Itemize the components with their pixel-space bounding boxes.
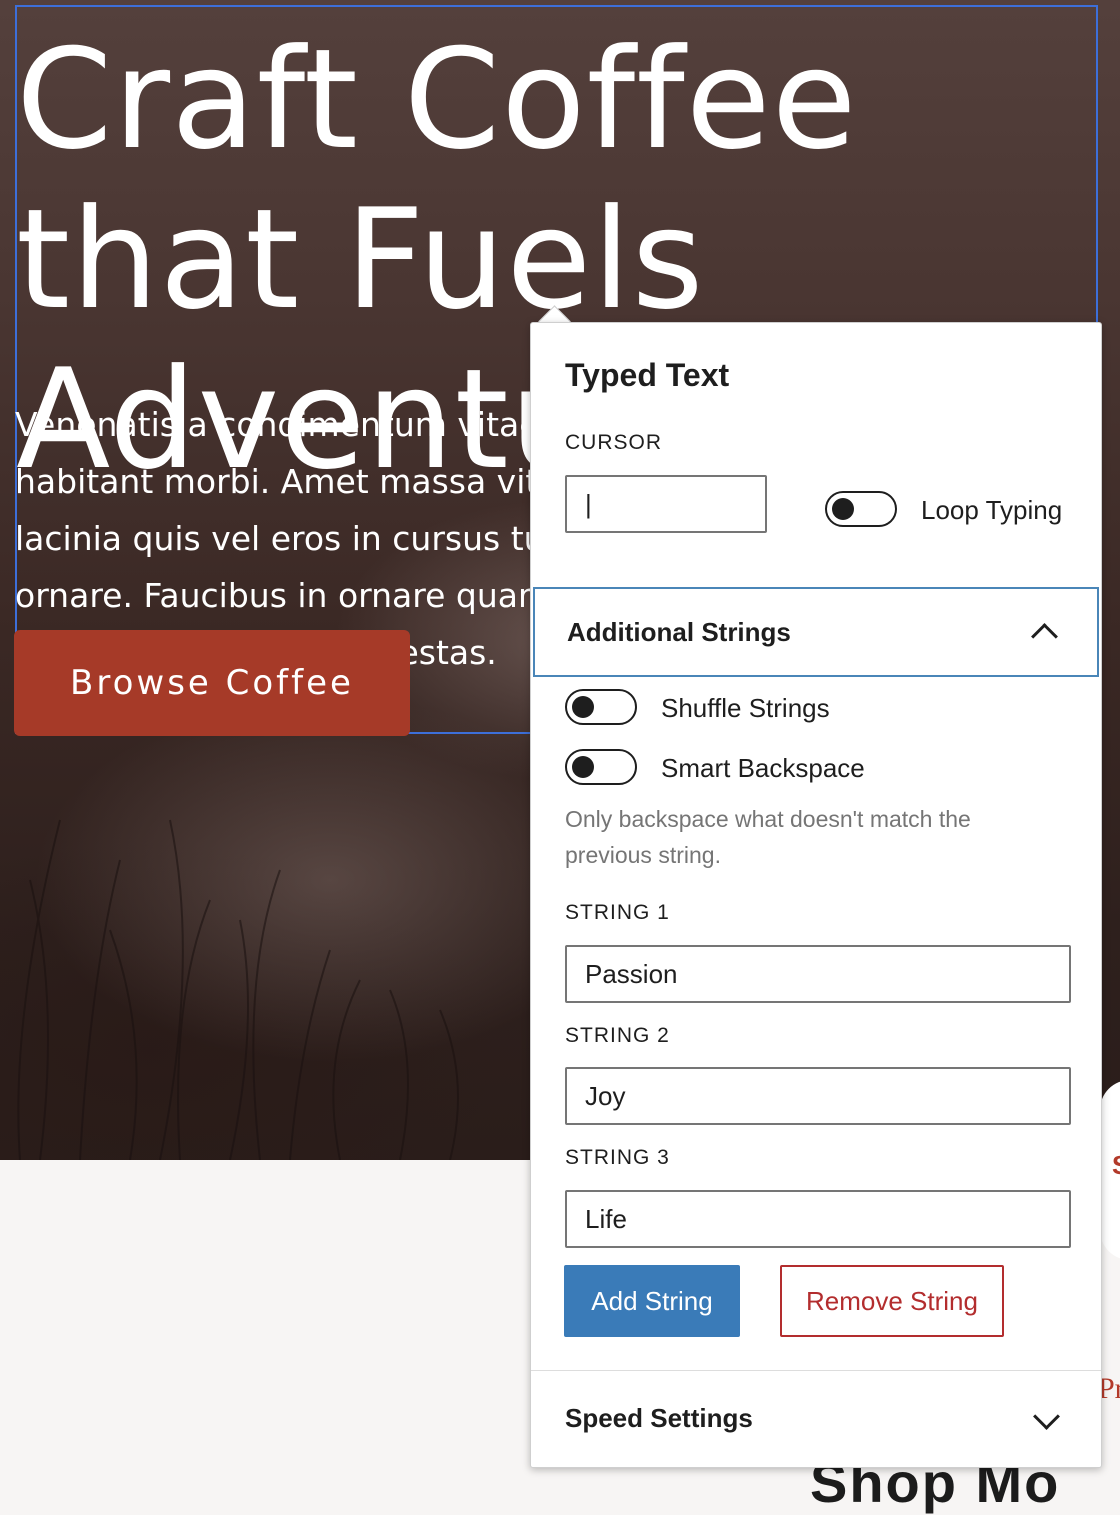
chevron-down-icon <box>1033 1403 1060 1430</box>
card-partial-text: S <box>1112 1150 1120 1181</box>
cursor-input[interactable] <box>565 475 767 533</box>
additional-strings-title: Additional Strings <box>567 617 791 647</box>
smart-backspace-help: Only backspace what doesn't match the pr… <box>565 806 971 868</box>
smart-backspace-toggle[interactable] <box>565 749 637 785</box>
shuffle-strings-toggle[interactable] <box>565 689 637 725</box>
typed-text-settings-popover: Typed Text CURSOR Loop Typing Additional… <box>530 322 1102 1468</box>
chevron-up-icon <box>1031 623 1058 650</box>
add-string-button[interactable]: Add String <box>564 1265 740 1337</box>
additional-strings-header[interactable]: Additional Strings <box>533 587 1099 677</box>
string-3-input[interactable] <box>565 1190 1071 1248</box>
loop-typing-toggle[interactable] <box>825 491 897 527</box>
string-1-input[interactable] <box>565 945 1071 1003</box>
smart-backspace-label: Smart Backspace <box>661 753 865 783</box>
toggle-knob <box>832 498 854 520</box>
cursor-label: CURSOR <box>565 431 663 454</box>
panel-title: Typed Text <box>565 357 730 393</box>
speed-settings-title: Speed Settings <box>565 1403 753 1433</box>
toggle-knob <box>572 696 594 718</box>
shuffle-strings-label: Shuffle Strings <box>661 693 830 723</box>
remove-string-button[interactable]: Remove String <box>780 1265 1004 1337</box>
string-2-input[interactable] <box>565 1067 1071 1125</box>
string-1-label: STRING 1 <box>565 901 670 924</box>
string-2-label: STRING 2 <box>565 1024 670 1047</box>
toggle-knob <box>572 756 594 778</box>
loop-typing-label: Loop Typing <box>921 495 1063 525</box>
speed-settings-header[interactable]: Speed Settings <box>531 1371 1101 1467</box>
string-3-label: STRING 3 <box>565 1146 670 1169</box>
browse-coffee-button[interactable]: Browse Coffee <box>14 630 410 736</box>
